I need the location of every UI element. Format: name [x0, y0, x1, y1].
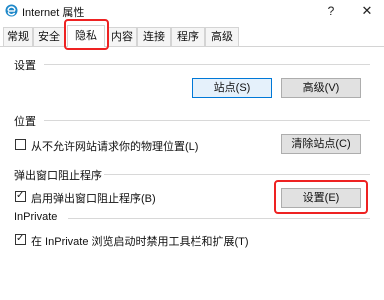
- check-icon: ✓: [16, 233, 25, 244]
- privacy-panel: 设置 站点(S) 高级(V) 位置 从不允许网站请求你的物理位置(L) 清除站点…: [0, 46, 384, 300]
- popup-group-divider: [104, 174, 370, 175]
- popup-group-label: 弹出窗口阻止程序: [14, 167, 106, 183]
- inprivate-checkbox[interactable]: ✓: [15, 233, 26, 245]
- tab-security[interactable]: 安全: [33, 27, 65, 46]
- settings-group-divider: [44, 64, 370, 65]
- location-checkbox-label: 从不允许网站请求你的物理位置(L): [31, 141, 199, 153]
- clear-sites-button[interactable]: 清除站点(C): [281, 134, 361, 154]
- popup-settings-highlight: [274, 180, 368, 214]
- tab-programs[interactable]: 程序: [171, 27, 205, 46]
- help-button[interactable]: ?: [323, 2, 339, 20]
- location-checkbox[interactable]: [15, 139, 26, 150]
- tab-content[interactable]: 内容: [107, 27, 137, 46]
- advanced-button[interactable]: 高级(V): [281, 78, 361, 98]
- internet-globe-icon: [5, 4, 18, 17]
- popup-checkbox[interactable]: ✓: [15, 190, 26, 202]
- inprivate-checkbox-label: 在 InPrivate 浏览启动时禁用工具栏和扩展(T): [31, 236, 249, 248]
- tab-connections[interactable]: 连接: [137, 27, 171, 46]
- close-button[interactable]: ✕: [358, 2, 376, 20]
- location-group-divider: [44, 120, 370, 121]
- inprivate-group-label: InPrivate: [14, 211, 62, 223]
- location-group-label: 位置: [14, 113, 40, 129]
- tab-general[interactable]: 常规: [3, 27, 33, 46]
- popup-checkbox-label: 启用弹出窗口阻止程序(B): [31, 193, 156, 205]
- window-title: Internet 属性: [22, 7, 85, 19]
- settings-group-label: 设置: [14, 57, 40, 73]
- title-bar: Internet 属性 ? ✕: [0, 0, 384, 22]
- check-icon: ✓: [16, 190, 25, 201]
- inprivate-group-divider: [68, 218, 370, 219]
- sites-button[interactable]: 站点(S): [192, 78, 272, 98]
- tab-advanced[interactable]: 高级: [205, 27, 239, 46]
- tab-bar: 常规 安全 隐私 内容 连接 程序 高级: [0, 25, 384, 47]
- tab-privacy-highlight: [64, 19, 109, 50]
